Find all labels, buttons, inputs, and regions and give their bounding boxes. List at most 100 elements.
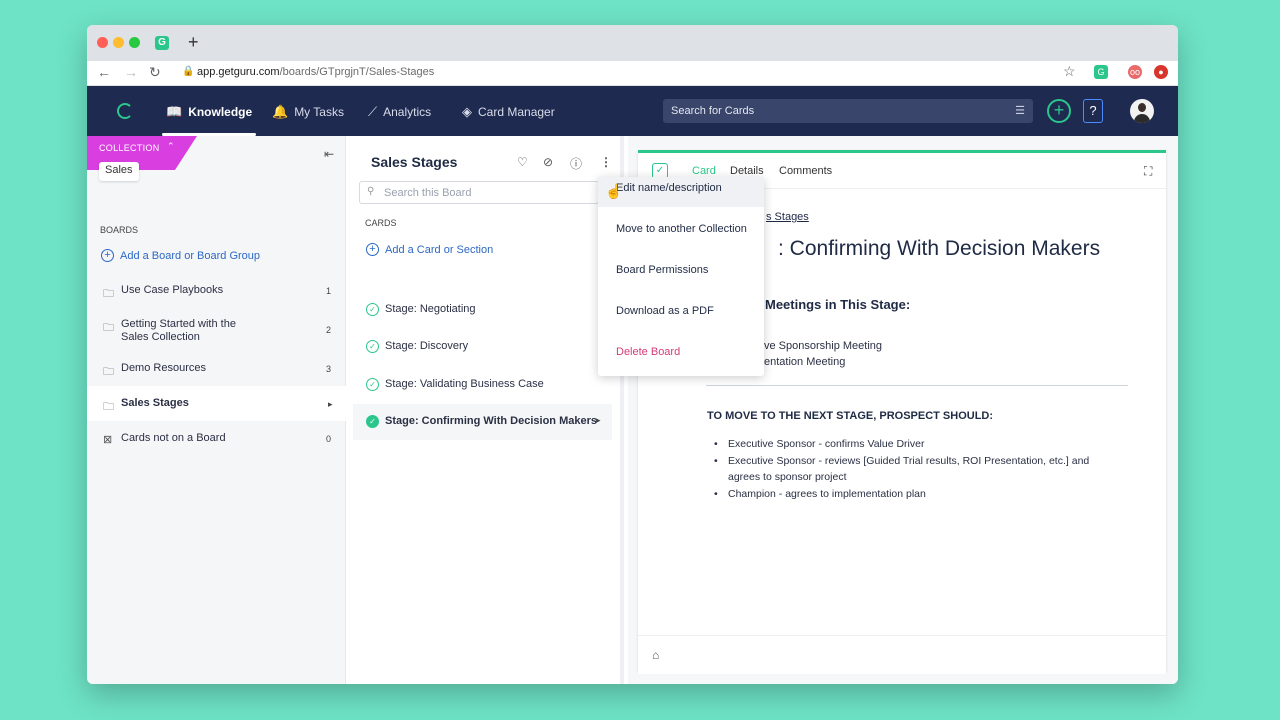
nav-analytics[interactable]: ⟋ Analytics xyxy=(368,104,431,120)
board-options-menu: Edit name/description Move to another Co… xyxy=(598,177,764,376)
bookmark-star-icon[interactable]: ☆ xyxy=(1063,63,1076,80)
board-search-placeholder: Search this Board xyxy=(384,187,472,199)
nav-label: Knowledge xyxy=(188,105,253,119)
next-stage-heading: TO MOVE TO THE NEXT STAGE, PROSPECT SHOU… xyxy=(707,410,994,422)
maximize-window-icon[interactable] xyxy=(129,37,140,48)
meetings-heading: Meetings in This Stage: xyxy=(765,297,911,312)
sidebar-item-label: Demo Resources xyxy=(121,362,206,374)
url-host: app.getguru.com xyxy=(197,66,280,78)
browser-tabbar: G + xyxy=(87,25,1178,61)
menu-edit-name[interactable]: Edit name/description xyxy=(598,177,764,207)
back-icon[interactable]: ← xyxy=(97,64,111,80)
divider xyxy=(706,385,1128,386)
user-avatar[interactable] xyxy=(1130,99,1154,123)
card-row-validating[interactable]: ✓ Stage: Validating Business Case xyxy=(353,367,612,403)
glasses-extension-icon[interactable]: oo xyxy=(1128,65,1142,79)
sidebar-item-label: Sales Stages xyxy=(121,397,189,409)
sidebar-item-sales-stages[interactable]: 🗀 Sales Stages ▸ xyxy=(87,386,346,421)
tab-card[interactable]: Card xyxy=(692,165,716,177)
breadcrumb[interactable]: s Stages xyxy=(766,211,809,223)
url-field[interactable]: app.getguru.com/boards/GTprgjnT/Sales-St… xyxy=(197,66,434,78)
collection-name[interactable]: Sales xyxy=(99,162,139,181)
card-footer: ⌂ xyxy=(638,635,1166,674)
card-row-discovery[interactable]: ✓ Stage: Discovery xyxy=(353,329,612,365)
address-bar: ← → ↻ 🔒 app.getguru.com/boards/GTprgjnT/… xyxy=(87,61,1178,86)
more-options-icon[interactable]: ⋮ xyxy=(600,155,612,169)
menu-download-pdf[interactable]: Download as a PDF xyxy=(598,300,764,330)
board-icon: ⊠ xyxy=(103,434,113,446)
info-icon[interactable]: ⓘ xyxy=(570,155,582,172)
heart-icon[interactable]: ♡ xyxy=(517,155,528,169)
browser-window: G + ← → ↻ 🔒 app.getguru.com/boards/GTprg… xyxy=(87,25,1178,684)
tab-details[interactable]: Details xyxy=(730,165,764,177)
chevron-updown-icon: ⌃ xyxy=(167,141,175,151)
nav-label: My Tasks xyxy=(294,105,344,119)
list-item: Executive Sponsor - reviews [Guided Tria… xyxy=(713,453,1113,486)
add-card-label: Add a Card or Section xyxy=(385,243,494,256)
expand-icon[interactable]: ⛶ xyxy=(1144,164,1152,179)
nav-knowledge[interactable]: 📖 Knowledge xyxy=(161,104,257,136)
add-board-label: Add a Board or Board Group xyxy=(120,249,261,262)
card-row-negotiating[interactable]: ✓ Stage: Negotiating xyxy=(353,292,612,328)
nav-card-manager[interactable]: ◈ Card Manager xyxy=(462,104,555,120)
lock-icon: 🔒 xyxy=(182,66,195,77)
guru-extension-icon[interactable]: G xyxy=(1094,65,1108,79)
meeting-item: entation Meeting xyxy=(764,356,846,368)
menu-delete-board[interactable]: Delete Board xyxy=(598,341,764,371)
reload-icon[interactable]: ↻ xyxy=(149,64,161,81)
sidebar-item-label: Cards not on a Board xyxy=(121,432,226,444)
add-card-button[interactable]: + Add a Card or Section xyxy=(366,243,493,256)
search-placeholder: Search for Cards xyxy=(671,105,755,117)
card-row-label: Stage: Confirming With Decision Makers xyxy=(385,415,597,427)
tab-comments[interactable]: Comments xyxy=(779,165,832,177)
sidebar-item-count: 1 xyxy=(326,286,332,296)
help-button[interactable]: ? xyxy=(1083,99,1103,123)
board-title: Sales Stages xyxy=(371,154,458,170)
sidebar-item-getting-started[interactable]: 🗀 Getting Started with the Sales Collect… xyxy=(87,318,346,348)
plus-circle-icon: + xyxy=(101,249,114,262)
verified-check-icon: ✓ xyxy=(366,378,379,391)
nav-my-tasks[interactable]: 🔔 My Tasks xyxy=(272,104,344,120)
folder-icon: 🗀 xyxy=(103,401,114,413)
sidebar-item-demo-resources[interactable]: 🗀 Demo Resources 3 xyxy=(87,362,346,382)
card-title: : Confirming With Decision Makers xyxy=(778,237,1101,260)
new-tab-icon[interactable]: + xyxy=(188,32,199,53)
chart-icon: ⟋ xyxy=(368,104,378,119)
guru-logo-icon[interactable] xyxy=(117,103,133,119)
sidebar-item-cards-not-on-board[interactable]: ⊠ Cards not on a Board 0 xyxy=(87,432,346,452)
sidebar-item-count: 0 xyxy=(326,434,332,444)
plus-circle-icon: + xyxy=(366,243,379,256)
create-button[interactable]: + xyxy=(1047,99,1071,123)
search-cards-input[interactable]: Search for Cards ☰ xyxy=(663,99,1033,123)
menu-board-permissions[interactable]: Board Permissions xyxy=(598,259,764,289)
minimize-window-icon[interactable] xyxy=(113,37,124,48)
verify-icon[interactable]: ⊘ xyxy=(543,155,553,169)
nav-label: Analytics xyxy=(383,105,432,119)
card-row-label: Stage: Discovery xyxy=(385,340,469,352)
filter-icon[interactable]: ☰ xyxy=(1015,104,1025,117)
sidebar-item-label: Use Case Playbooks xyxy=(121,284,224,296)
meeting-item: ve Sponsorship Meeting xyxy=(764,340,883,352)
board-search-input[interactable]: ⚲ Search this Board xyxy=(359,181,599,204)
tag-icon[interactable]: ⌂ xyxy=(652,648,659,662)
card-row-label: Stage: Negotiating xyxy=(385,303,476,315)
card-row-label: Stage: Validating Business Case xyxy=(385,378,544,390)
collapse-sidebar-icon[interactable]: ⇤ xyxy=(324,147,334,161)
add-board-button[interactable]: + Add a Board or Board Group xyxy=(101,249,260,262)
layers-icon: ◈ xyxy=(462,104,472,119)
verified-check-icon: ✓ xyxy=(366,340,379,353)
board-pane: Sales Stages ♡ ⊘ ⓘ ⋮ ⚲ Search this Board… xyxy=(347,136,624,684)
cards-section-label: CARDS xyxy=(365,218,397,228)
boards-section-label: BOARDS xyxy=(100,225,139,235)
close-window-icon[interactable] xyxy=(97,37,108,48)
card-row-confirming[interactable]: ✓ Stage: Confirming With Decision Makers… xyxy=(353,404,612,440)
folder-icon: 🗀 xyxy=(103,288,114,300)
record-extension-icon[interactable]: ● xyxy=(1154,65,1168,79)
sidebar-item-label: Getting Started with the Sales Collectio… xyxy=(121,318,236,343)
menu-move-collection[interactable]: Move to another Collection xyxy=(598,218,764,248)
sidebar-item-use-case-playbooks[interactable]: 🗀 Use Case Playbooks 1 xyxy=(87,284,346,304)
forward-icon[interactable]: → xyxy=(124,64,138,80)
search-icon: ⚲ xyxy=(367,186,375,197)
guru-favicon-icon[interactable]: G xyxy=(155,36,169,50)
bell-icon: 🔔 xyxy=(272,104,289,119)
